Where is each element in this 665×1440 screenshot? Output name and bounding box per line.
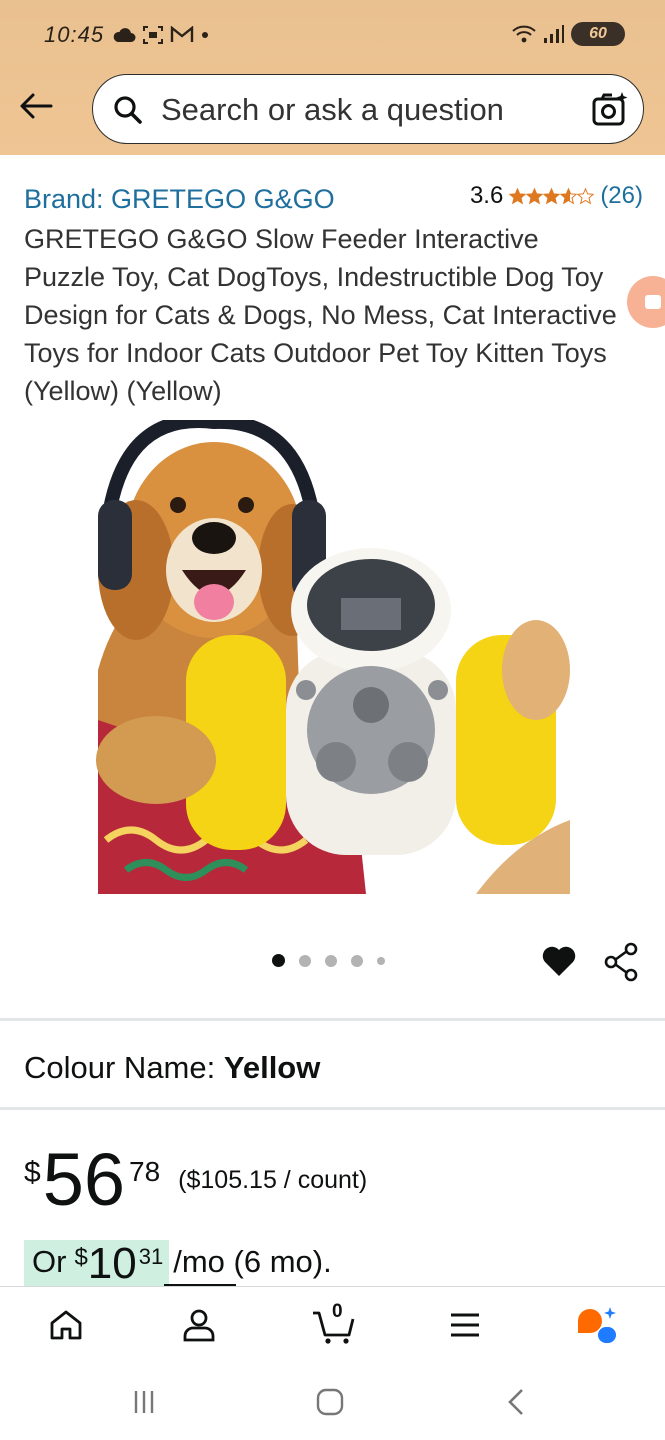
- screenshot-icon: [143, 26, 163, 44]
- status-time: 10:45: [44, 22, 105, 47]
- nav-home[interactable]: [44, 1303, 88, 1347]
- gmail-icon: [170, 26, 194, 42]
- header: 10:45 60 Search or ask a question: [0, 0, 665, 155]
- system-back-button[interactable]: [496, 1384, 536, 1420]
- rating-value: 3.6: [469, 182, 504, 209]
- star-icon: [526, 187, 544, 204]
- pagination-dot[interactable]: [351, 954, 363, 967]
- recent-apps-icon: [134, 1391, 154, 1413]
- image-pagination[interactable]: [272, 954, 385, 967]
- colour-label: Colour Name:: [24, 1050, 216, 1085]
- price-fraction: 78: [129, 1156, 161, 1187]
- share-icon[interactable]: [604, 942, 640, 982]
- price-whole: 56: [42, 1138, 125, 1221]
- price: $ 56 78 ($105.15 / count): [24, 1138, 367, 1222]
- star-icon: [560, 187, 578, 204]
- signal-icon: [544, 25, 564, 43]
- product-title: GRETEGO G&GO Slow Feeder Interactive Puz…: [24, 224, 617, 406]
- monthly-suffix: /mo (6 mo).: [173, 1244, 332, 1279]
- rating-summary[interactable]: 3.6 (26): [470, 182, 643, 210]
- pagination-dot[interactable]: [377, 956, 385, 965]
- battery-icon: 60: [571, 22, 625, 46]
- camera-search-icon[interactable]: [591, 91, 629, 129]
- rating-stars: [509, 187, 595, 205]
- nav-menu[interactable]: [443, 1303, 487, 1347]
- nav-rufus[interactable]: [576, 1303, 620, 1347]
- pagination-dot[interactable]: [299, 954, 311, 967]
- status-icons-left: [112, 24, 210, 46]
- search-input[interactable]: Search or ask a question: [92, 74, 644, 144]
- brand-link[interactable]: Brand: GRETEGO G&GO: [24, 184, 335, 215]
- home-icon: [50, 1310, 82, 1340]
- video-icon: [645, 295, 661, 309]
- monthly-currency: $: [74, 1244, 88, 1271]
- colour-selection[interactable]: Colour Name: Yellow: [24, 1050, 320, 1086]
- price-currency: $: [24, 1156, 41, 1189]
- star-icon: [543, 187, 561, 204]
- user-icon: [183, 1309, 215, 1342]
- section-divider: [0, 1018, 665, 1021]
- cloud-icon: [113, 28, 136, 42]
- monthly-fraction: 31: [138, 1244, 164, 1269]
- bottom-nav: 0: [0, 1286, 665, 1364]
- menu-icon: [451, 1313, 479, 1337]
- nav-cart[interactable]: 0: [310, 1301, 358, 1347]
- status-bar: 10:45 60: [0, 0, 665, 70]
- recent-apps-button[interactable]: [124, 1384, 164, 1420]
- floating-chat-button[interactable]: [627, 276, 665, 328]
- wishlist-heart-icon[interactable]: [540, 942, 578, 980]
- star-icon: [509, 187, 527, 204]
- monthly-prefix: Or: [32, 1244, 67, 1279]
- home-system-button[interactable]: [310, 1384, 350, 1420]
- monthly-whole: 10: [87, 1239, 137, 1288]
- back-button[interactable]: [16, 88, 56, 124]
- status-icons-right: 60: [511, 22, 625, 46]
- pagination-dot[interactable]: [325, 954, 337, 967]
- wifi-icon: [512, 25, 536, 43]
- home-circle-icon: [316, 1388, 344, 1416]
- chevron-left-icon: [508, 1389, 523, 1415]
- dot-icon: [202, 32, 208, 38]
- rating-count[interactable]: (26): [600, 182, 643, 210]
- app-root: 10:45 60 Search or ask a question Brand:…: [0, 0, 665, 1440]
- pagination-dot[interactable]: [272, 954, 285, 967]
- search-placeholder: Search or ask a question: [161, 92, 504, 127]
- cart-count: 0: [332, 1301, 343, 1322]
- rufus-assistant-icon: [578, 1307, 616, 1343]
- system-nav-bar: [0, 1364, 665, 1440]
- colour-value: Yellow: [223, 1050, 321, 1085]
- section-divider: [0, 1107, 665, 1110]
- product-image[interactable]: [96, 420, 570, 894]
- star-icon: [577, 187, 595, 204]
- nav-account[interactable]: [177, 1303, 221, 1347]
- monthly-highlight: Or $ 10 31: [24, 1239, 170, 1288]
- search-icon: [114, 96, 142, 124]
- back-arrow-icon: [20, 93, 53, 119]
- unit-price: ($105.15 / count): [178, 1166, 368, 1194]
- monthly-payment[interactable]: Or $ 10 31 /mo (6 mo).: [24, 1240, 332, 1288]
